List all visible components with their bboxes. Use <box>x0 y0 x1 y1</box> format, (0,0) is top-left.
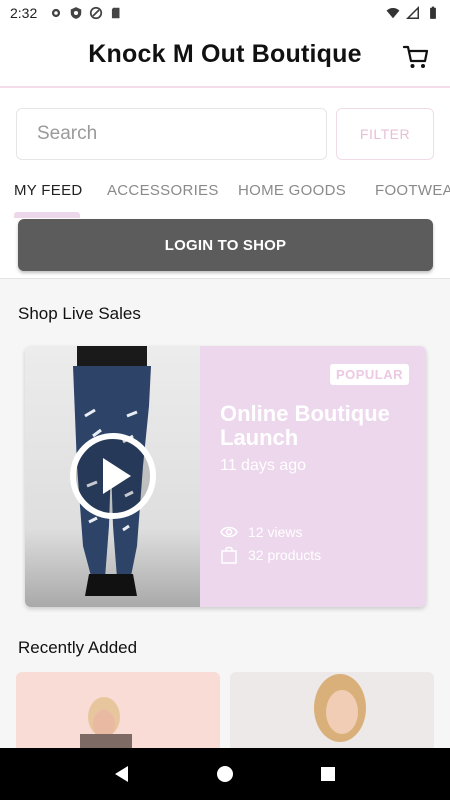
feed-content[interactable]: Shop Live Sales POPULAR Online Boutique … <box>0 278 450 749</box>
login-to-shop-button[interactable]: LOGIN TO SHOP <box>18 219 433 271</box>
search-input[interactable] <box>16 108 327 160</box>
eye-icon <box>220 526 238 538</box>
shopping-bag-icon <box>221 546 237 564</box>
battery-icon <box>430 6 436 19</box>
settings-icon <box>52 8 61 18</box>
product-image <box>80 697 132 749</box>
live-sale-title: Online Boutique Launch <box>220 401 390 450</box>
signal-icon <box>406 6 419 19</box>
app-header: Knock M Out Boutique <box>0 26 450 88</box>
recently-added-heading: Recently Added <box>18 638 138 657</box>
wifi-icon <box>386 8 400 19</box>
live-sale-info: POPULAR Online Boutique Launch 11 days a… <box>200 346 426 607</box>
recent-product-thumbnail[interactable] <box>230 672 434 749</box>
recent-product-thumbnail[interactable] <box>16 672 220 749</box>
status-time: 2:32 <box>10 5 38 21</box>
live-sale-card[interactable]: POPULAR Online Boutique Launch 11 days a… <box>25 346 426 607</box>
cart-icon[interactable] <box>402 43 430 71</box>
live-sale-age: 11 days ago <box>220 457 306 474</box>
live-sale-thumbnail[interactable] <box>25 346 200 607</box>
products-count: 32 products <box>248 547 322 563</box>
tab-home-goods[interactable]: HOME GOODS <box>238 182 346 199</box>
category-tabs: MY FEED ACCESSORIES HOME GOODS FOOTWEA <box>0 178 450 218</box>
tab-my-feed[interactable]: MY FEED <box>14 182 83 199</box>
views-count: 12 views <box>248 524 303 540</box>
shop-live-sales-heading: Shop Live Sales <box>18 304 141 323</box>
sd-card-icon <box>112 7 120 19</box>
recents-button[interactable] <box>318 764 338 784</box>
shield-icon <box>71 7 82 19</box>
do-not-disturb-icon <box>90 6 103 20</box>
tab-accessories[interactable]: ACCESSORIES <box>107 182 219 199</box>
play-video-icon[interactable] <box>69 432 157 520</box>
products-stat: 32 products <box>220 546 321 564</box>
views-stat: 12 views <box>220 524 302 540</box>
status-bar: 2:32 <box>0 0 450 26</box>
recents-icon <box>321 767 336 781</box>
home-icon <box>216 766 233 782</box>
product-image <box>314 674 366 742</box>
popular-badge: POPULAR <box>329 364 409 385</box>
filter-button[interactable]: FILTER <box>336 108 434 160</box>
home-button[interactable] <box>215 764 235 784</box>
search-row: FILTER <box>16 108 434 160</box>
navigation-bar <box>0 748 450 800</box>
app-title: Knock M Out Boutique <box>88 40 362 68</box>
back-icon <box>114 766 128 782</box>
back-button[interactable] <box>112 764 132 784</box>
tab-footwear[interactable]: FOOTWEA <box>375 182 450 199</box>
active-tab-indicator <box>14 212 80 218</box>
